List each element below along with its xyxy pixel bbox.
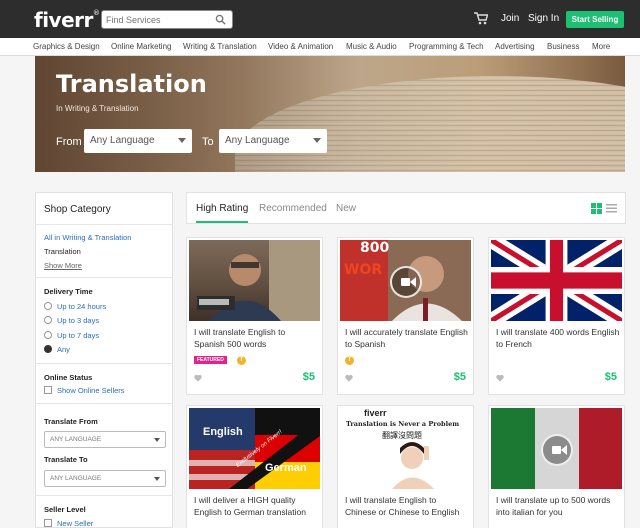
radio-label-7-days[interactable]: Up to 7 days xyxy=(57,331,99,340)
seller-level-heading: Seller Level xyxy=(44,505,86,514)
show-more-link[interactable]: Show More xyxy=(44,261,82,270)
gig-card[interactable]: I will translate up to 500 words into it… xyxy=(488,405,625,528)
heart-icon[interactable] xyxy=(496,374,504,382)
cart-icon[interactable] xyxy=(474,12,488,25)
grid-view-icon[interactable] xyxy=(591,203,602,214)
gig-price: $5 xyxy=(604,371,617,383)
radio-7-days[interactable] xyxy=(44,331,52,339)
radio-3-days[interactable] xyxy=(44,316,52,324)
gig-thumbnail[interactable]: English German Exclusively on Fiverr! xyxy=(189,408,320,489)
search-icon[interactable] xyxy=(215,14,226,25)
category-video-animation[interactable]: Video & Animation xyxy=(268,42,333,51)
thumbnail-caption-words: WOR xyxy=(344,262,383,278)
gig-price: $5 xyxy=(302,371,315,383)
new-seller-checkbox[interactable] xyxy=(44,519,52,527)
video-play-icon[interactable] xyxy=(390,266,422,298)
gig-title[interactable]: I will translate English to Chinese or C… xyxy=(345,495,469,518)
radio-24-hours[interactable] xyxy=(44,302,52,310)
chevron-down-icon xyxy=(154,438,160,442)
sign-in-link[interactable]: Sign In xyxy=(528,13,559,24)
category-programming-tech[interactable]: Programming & Tech xyxy=(409,42,484,51)
show-online-label[interactable]: Show Online Sellers xyxy=(57,386,125,395)
gig-card[interactable]: English German Exclusively on Fiverr! I … xyxy=(186,405,323,528)
translate-from-select[interactable]: ANY LANGUAGE xyxy=(44,431,166,448)
translate-from-heading: Translate From xyxy=(44,417,98,426)
search-box xyxy=(101,10,233,29)
list-view-icon[interactable] xyxy=(606,203,617,214)
sort-tabs: High Rating Recommended New xyxy=(186,192,626,224)
category-graphics-design[interactable]: Graphics & Design xyxy=(33,42,100,51)
category-business[interactable]: Business xyxy=(547,42,579,51)
radio-label-3-days[interactable]: Up to 3 days xyxy=(57,316,99,325)
gig-thumbnail[interactable]: fiverr Translation is Never a Problem 翻譯… xyxy=(340,408,471,489)
thumbnail-caption-800: 800 xyxy=(360,240,390,256)
category-banner: Translation In Writing & Translation Fro… xyxy=(35,56,625,172)
seller-level-badge: T xyxy=(345,356,354,365)
chevron-down-icon xyxy=(313,138,321,143)
category-nav: Graphics & Design Online Marketing Writi… xyxy=(0,38,640,56)
page-title: Translation xyxy=(56,70,207,98)
to-language-select[interactable]: Any Language xyxy=(219,129,327,153)
gig-title[interactable]: I will translate 400 words English to Fr… xyxy=(496,327,620,350)
category-music-audio[interactable]: Music & Audio xyxy=(346,42,397,51)
join-link[interactable]: Join xyxy=(501,13,519,24)
gig-thumbnail[interactable] xyxy=(189,240,320,321)
thumbnail-caption-german: German xyxy=(265,462,307,474)
gig-thumbnail[interactable] xyxy=(491,240,622,321)
gig-thumbnail[interactable]: 800 WOR xyxy=(340,240,471,321)
banner-subtitle: In Writing & Translation xyxy=(56,104,139,113)
top-bar: fiverr® Join Sign In Start Selling xyxy=(0,0,640,38)
gig-title[interactable]: I will translate English to Spanish 500 … xyxy=(194,327,318,350)
tab-recommended[interactable]: Recommended xyxy=(259,203,327,214)
radio-label-24-hours[interactable]: Up to 24 hours xyxy=(57,302,106,311)
gig-title[interactable]: I will translate up to 500 words into it… xyxy=(496,495,620,518)
gig-card[interactable]: fiverr Translation is Never a Problem 翻譯… xyxy=(337,405,474,528)
uk-flag-image xyxy=(491,240,622,321)
show-online-checkbox[interactable] xyxy=(44,386,52,394)
gig-title[interactable]: I will deliver a HIGH quality English to… xyxy=(194,495,318,518)
delivery-time-heading: Delivery Time xyxy=(44,287,93,296)
all-writing-translation-link[interactable]: All in Writing & Translation xyxy=(44,233,131,242)
radio-label-any[interactable]: Any xyxy=(57,345,70,354)
gig-card[interactable]: 800 WOR I will accurately translate Engl… xyxy=(337,237,474,395)
search-input[interactable] xyxy=(106,12,206,27)
active-tab-indicator xyxy=(196,221,248,223)
gig-thumbnail[interactable] xyxy=(491,408,622,489)
category-advertising[interactable]: Advertising xyxy=(495,42,535,51)
category-online-marketing[interactable]: Online Marketing xyxy=(111,42,171,51)
fiverr-logo[interactable]: fiverr® xyxy=(34,8,100,32)
chevron-down-icon xyxy=(154,477,160,481)
tab-new[interactable]: New xyxy=(336,203,356,214)
chevron-down-icon xyxy=(178,138,186,143)
current-category: Translation xyxy=(44,247,81,256)
filter-sidebar: Shop Category All in Writing & Translati… xyxy=(35,192,173,528)
gig-title[interactable]: I will accurately translate English to S… xyxy=(345,327,469,350)
online-status-heading: Online Status xyxy=(44,373,93,382)
gig-price: $5 xyxy=(453,371,466,383)
translate-to-heading: Translate To xyxy=(44,455,88,464)
to-label: To xyxy=(202,136,214,148)
category-more[interactable]: More xyxy=(592,42,610,51)
thumbnail-caption-english: English xyxy=(203,426,243,438)
new-seller-label[interactable]: New Seller xyxy=(57,519,93,528)
tab-high-rating[interactable]: High Rating xyxy=(196,203,248,214)
start-selling-button[interactable]: Start Selling xyxy=(566,11,624,28)
heart-icon[interactable] xyxy=(194,374,202,382)
from-language-select[interactable]: Any Language xyxy=(84,129,192,153)
translate-to-select[interactable]: ANY LANGUAGE xyxy=(44,470,166,487)
gig-card[interactable]: I will translate English to Spanish 500 … xyxy=(186,237,323,395)
radio-any[interactable] xyxy=(44,345,52,353)
video-play-icon[interactable] xyxy=(541,434,573,466)
shop-category-heading: Shop Category xyxy=(44,204,111,215)
heart-icon[interactable] xyxy=(345,374,353,382)
seller-level-badge: T xyxy=(237,356,246,365)
featured-badge: FEATURED xyxy=(194,356,227,364)
category-writing-translation[interactable]: Writing & Translation xyxy=(183,42,257,51)
from-label: From xyxy=(56,136,82,148)
gig-card[interactable]: I will translate 400 words English to Fr… xyxy=(488,237,625,395)
